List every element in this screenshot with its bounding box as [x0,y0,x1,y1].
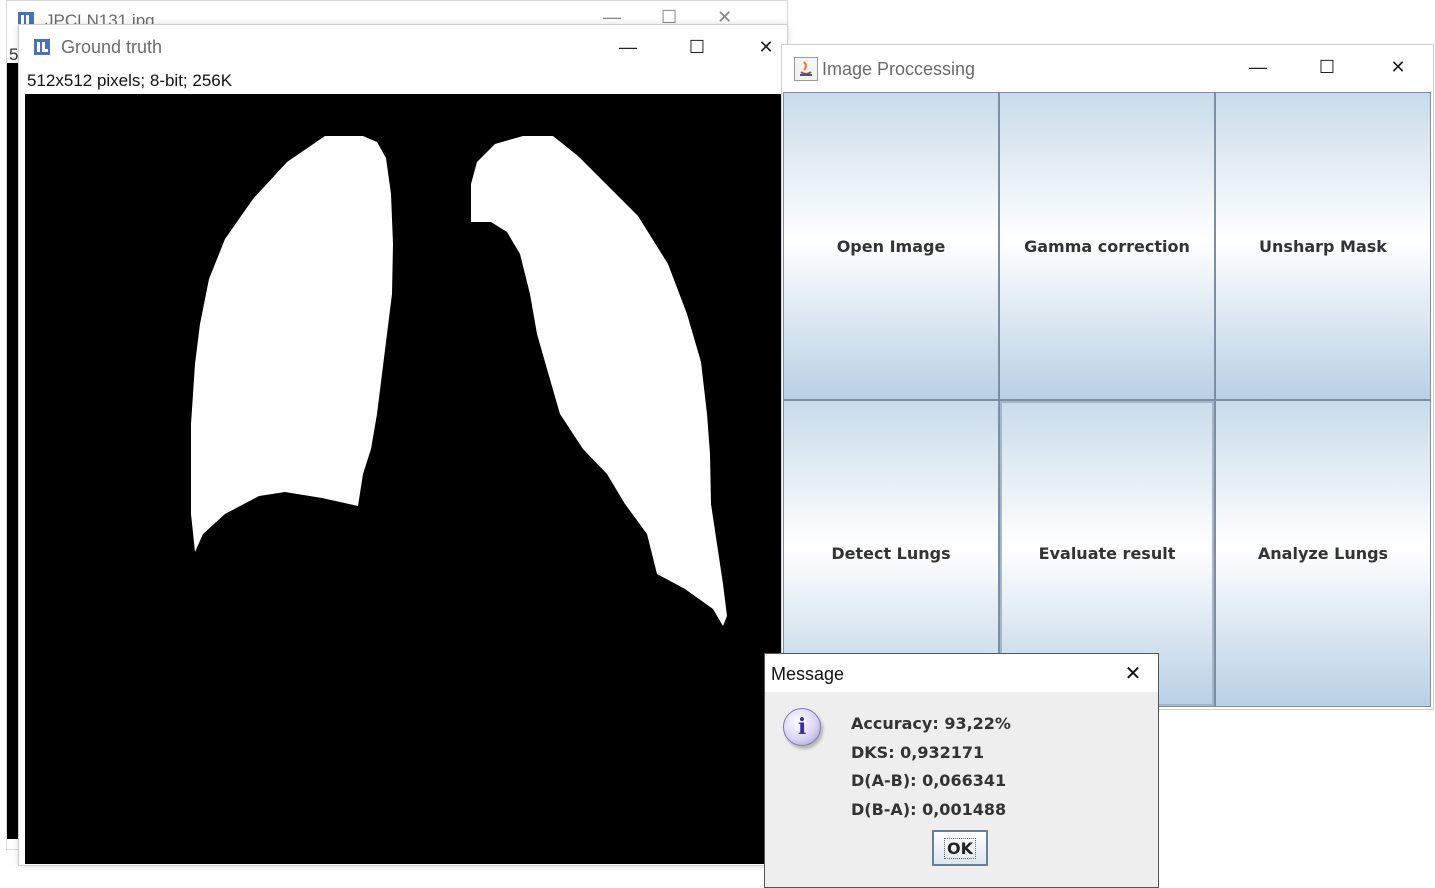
maximize-button[interactable]: ☐ [1304,51,1350,83]
close-button[interactable]: ✕ [1375,51,1421,83]
maximize-icon: ☐ [1318,56,1336,77]
image-processing-window[interactable]: Image Proccessing — ☐ ✕ Open Image Gamma… [781,44,1434,710]
lung-mask-image [25,94,783,864]
d-a-b-line: D(A-B): 0,066341 [851,771,1007,791]
image-info: 512x512 pixels; 8-bit; 256K [27,71,233,90]
minimize-button[interactable]: — [605,31,651,63]
maximize-button[interactable]: ☐ [674,31,720,63]
open-image-button[interactable]: Open Image [783,92,999,400]
close-icon: ✕ [1390,56,1406,77]
maximize-icon: ☐ [688,36,706,57]
information-glyph: i [797,714,807,740]
minimize-icon: — [1249,56,1267,77]
dialog-titlebar[interactable]: Message ✕ [765,654,1158,692]
gamma-correction-button[interactable]: Gamma correction [999,92,1215,400]
ground-truth-window[interactable]: Ground truth — ☐ ✕ 512x512 pixels; 8-bit… [18,24,788,866]
minimize-button[interactable]: — [1235,51,1281,83]
evaluation-results: Accuracy: 93,22% DKS: 0,932171 D(A-B): 0… [851,710,1011,825]
ground-truth-titlebar[interactable]: Ground truth — ☐ ✕ [19,25,787,69]
dialog-title: Message [771,664,845,684]
java-icon [794,57,818,81]
dks-line: DKS: 0,932171 [851,742,985,762]
message-dialog[interactable]: Message ✕ i Accuracy: 93,22% DKS: 0,9321… [764,653,1159,888]
accuracy-line: Accuracy: 93,22% [851,714,1011,733]
window-title: Ground truth [61,37,163,57]
imagej-icon [33,38,51,56]
close-icon: ✕ [758,36,774,57]
image-canvas[interactable] [25,94,783,864]
ok-button[interactable]: OK [932,830,988,866]
dialog-close-button[interactable]: ✕ [1115,658,1151,688]
analyze-lungs-button[interactable]: Analyze Lungs [1215,400,1431,707]
unsharp-mask-button[interactable]: Unsharp Mask [1215,92,1431,400]
ok-label: OK [944,837,976,859]
d-b-a-line: D(B-A): 0,001488 [851,800,1007,820]
information-icon: i [783,708,821,746]
minimize-icon: — [619,36,637,57]
close-icon: ✕ [1124,662,1142,685]
processing-button-grid: Open Image Gamma correction Unsharp Mask… [783,92,1431,707]
window-title: Image Proccessing [822,59,976,79]
